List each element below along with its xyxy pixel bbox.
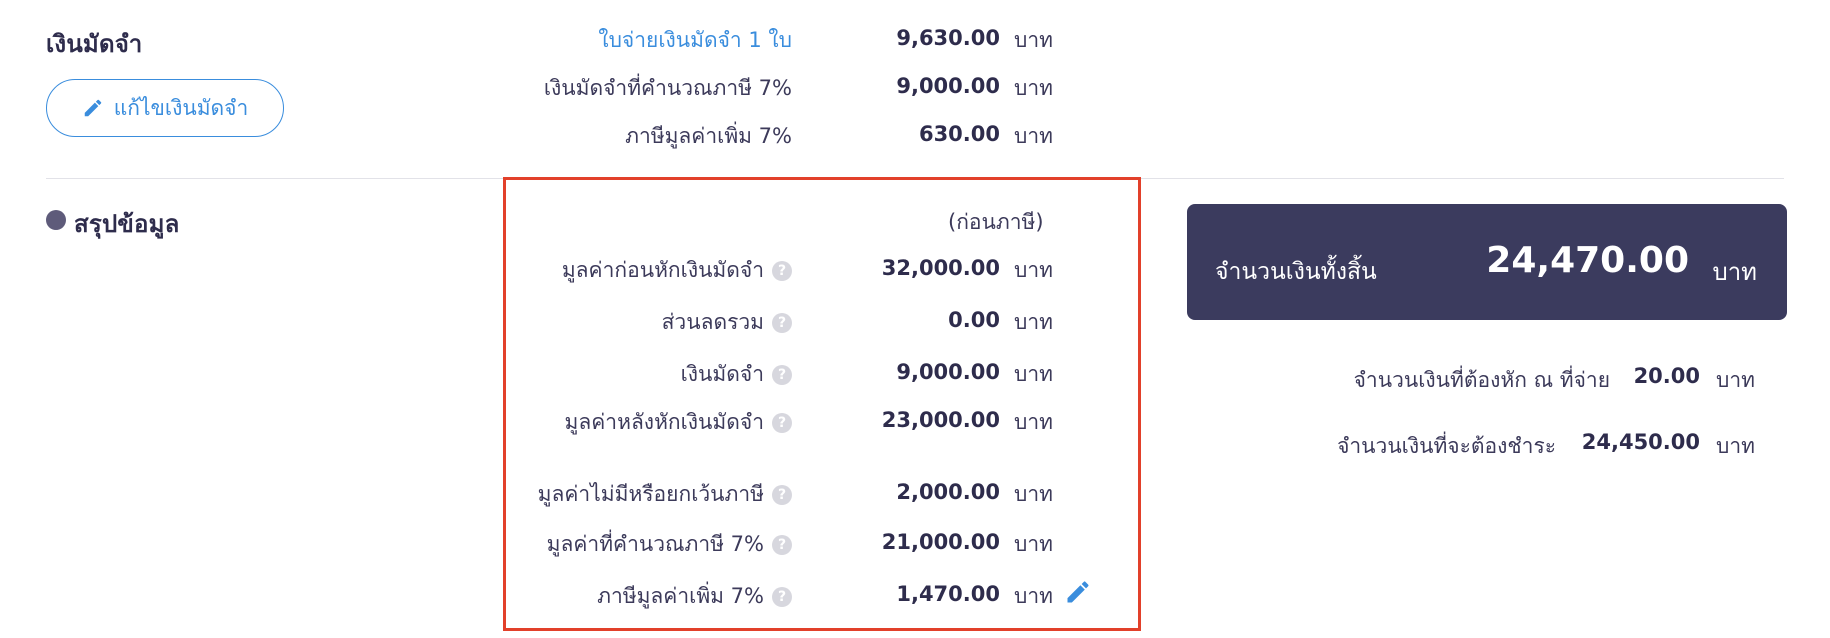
bullet-dot	[46, 210, 66, 230]
unit-label: บาท	[1014, 482, 1053, 506]
unit-label: บาท	[1014, 584, 1053, 608]
unit-label: บาท	[1014, 258, 1053, 282]
payable-value: 24,450.00	[1581, 430, 1700, 454]
pencil-icon	[82, 97, 104, 119]
grand-total-value: 24,470.00	[1486, 240, 1689, 281]
summary-row-value: 1,470.00	[896, 582, 1000, 606]
unit-label: บาท	[1014, 76, 1053, 100]
summary-highlight-box	[503, 177, 1141, 631]
summary-row-value: 9,000.00	[896, 360, 1000, 384]
edit-deposit-button[interactable]: แก้ไขเงินมัดจำ	[46, 79, 284, 137]
summary-row-value: 21,000.00	[881, 530, 1000, 554]
deposit-vat-label: ภาษีมูลค่าเพิ่ม 7%	[625, 124, 792, 148]
withholding-value: 20.00	[1633, 364, 1700, 388]
summary-row-label: มูลค่าไม่มีหรือยกเว้นภาษี?	[538, 478, 792, 511]
unit-label: บาท	[1712, 258, 1757, 286]
edit-deposit-label: แก้ไขเงินมัดจำ	[113, 95, 249, 120]
payable-label: จำนวนเงินที่จะต้องชำระ	[1337, 434, 1556, 458]
unit-label: บาท	[1716, 434, 1755, 458]
help-circle-icon[interactable]: ?	[772, 587, 792, 607]
help-circle-icon[interactable]: ?	[772, 261, 792, 281]
unit-label: บาท	[1014, 310, 1053, 334]
summary-row-label: มูลค่าก่อนหักเงินมัดจำ?	[562, 254, 792, 287]
summary-title: สรุปข้อมูล	[74, 210, 180, 238]
deposit-vat-amount: 630.00	[918, 122, 1000, 146]
deposit-taxable-label: เงินมัดจำที่คำนวณภาษี 7%	[543, 76, 792, 100]
deposit-receipt-link[interactable]: ใบจ่ายเงินมัดจำ 1 ใบ	[598, 24, 792, 57]
help-circle-icon[interactable]: ?	[772, 313, 792, 333]
summary-row-label: ภาษีมูลค่าเพิ่ม 7%?	[597, 580, 792, 613]
summary-row-label: มูลค่าหลังหักเงินมัดจำ?	[565, 406, 792, 439]
help-circle-icon[interactable]: ?	[772, 365, 792, 385]
unit-label: บาท	[1014, 410, 1053, 434]
summary-row-value: 23,000.00	[881, 408, 1000, 432]
grand-total-box: จำนวนเงินทั้งสิ้น 24,470.00 บาท	[1187, 204, 1787, 320]
before-tax-note: (ก่อนภาษี)	[948, 210, 1044, 234]
help-circle-icon[interactable]: ?	[772, 535, 792, 555]
summary-row-label: ส่วนลดรวม?	[662, 306, 792, 339]
summary-row-label: มูลค่าที่คำนวณภาษี 7%?	[547, 528, 792, 561]
deposit-receipt-amount: 9,630.00	[896, 26, 1000, 50]
summary-row-value: 32,000.00	[881, 256, 1000, 280]
unit-label: บาท	[1014, 362, 1053, 386]
help-circle-icon[interactable]: ?	[772, 413, 792, 433]
help-circle-icon[interactable]: ?	[772, 485, 792, 505]
grand-total-label: จำนวนเงินทั้งสิ้น	[1215, 259, 1377, 285]
withholding-label: จำนวนเงินที่ต้องหัก ณ ที่จ่าย	[1353, 368, 1610, 392]
edit-vat-pencil-icon[interactable]	[1064, 578, 1092, 610]
unit-label: บาท	[1014, 28, 1053, 52]
summary-row-value: 0.00	[948, 308, 1000, 332]
deposit-title: เงินมัดจำ	[46, 30, 143, 58]
summary-row-value: 2,000.00	[896, 480, 1000, 504]
unit-label: บาท	[1014, 532, 1053, 556]
summary-row-label: เงินมัดจำ?	[681, 358, 792, 391]
unit-label: บาท	[1716, 368, 1755, 392]
deposit-taxable-amount: 9,000.00	[896, 74, 1000, 98]
unit-label: บาท	[1014, 124, 1053, 148]
